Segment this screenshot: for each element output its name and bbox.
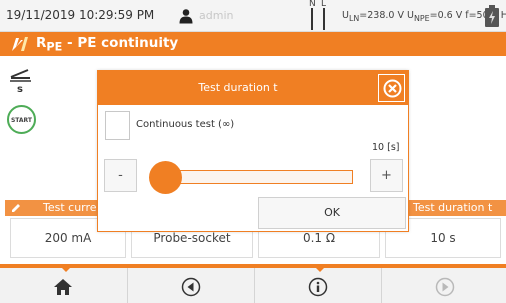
close-icon: [383, 79, 402, 98]
user-name: admin: [199, 9, 234, 22]
nav-forward-button: [381, 268, 506, 303]
phase-n-bar: [311, 8, 313, 30]
nav-info-button[interactable]: [254, 267, 380, 303]
dialog-title: Test duration t: [198, 81, 278, 94]
title-bar: RPE - PE continuity: [0, 32, 506, 56]
increase-label: +: [381, 168, 392, 183]
continuous-test-checkbox[interactable]: [105, 111, 130, 140]
forward-circle-icon: [435, 277, 455, 297]
decrease-label: -: [118, 168, 123, 183]
nav-home-button[interactable]: [0, 267, 126, 303]
home-icon: [54, 279, 72, 295]
ok-label: OK: [324, 206, 340, 219]
increase-button[interactable]: +: [370, 159, 403, 192]
nav-back-button[interactable]: [127, 268, 253, 303]
info-circle-icon: [308, 277, 328, 297]
phase-l-bar: [323, 8, 325, 30]
duration-slider[interactable]: [153, 170, 353, 184]
user-icon: [179, 9, 193, 24]
continuous-test-label: Continuous test (∞): [136, 119, 235, 130]
nav-notch: [315, 267, 325, 272]
status-bar: 19/11/2019 10:29:59 PM admin N L ULN=238…: [0, 0, 506, 32]
dialog-close-button[interactable]: [378, 74, 405, 102]
test-duration-dialog: Test duration t Continuous test (∞) 10 […: [97, 70, 409, 232]
mains-measurements: ULN=238.0 V UNPE=0.6 V f=50.0 Hz: [342, 10, 506, 23]
nav-notch: [61, 267, 71, 272]
datetime: 19/11/2019 10:29:59 PM: [6, 8, 155, 22]
duration-value-label: 10 [s]: [372, 142, 400, 153]
phase-indicator: N L: [309, 0, 331, 30]
pe-continuity-icon: [12, 37, 28, 51]
back-circle-icon: [181, 277, 201, 297]
page-title: RPE - PE continuity: [36, 35, 179, 54]
battery-icon: [485, 5, 499, 27]
ok-button[interactable]: OK: [258, 197, 406, 229]
decrease-button[interactable]: -: [104, 159, 137, 192]
dialog-header: Test duration t: [98, 71, 408, 105]
bottom-nav: [0, 264, 506, 303]
slider-thumb[interactable]: [149, 161, 182, 194]
